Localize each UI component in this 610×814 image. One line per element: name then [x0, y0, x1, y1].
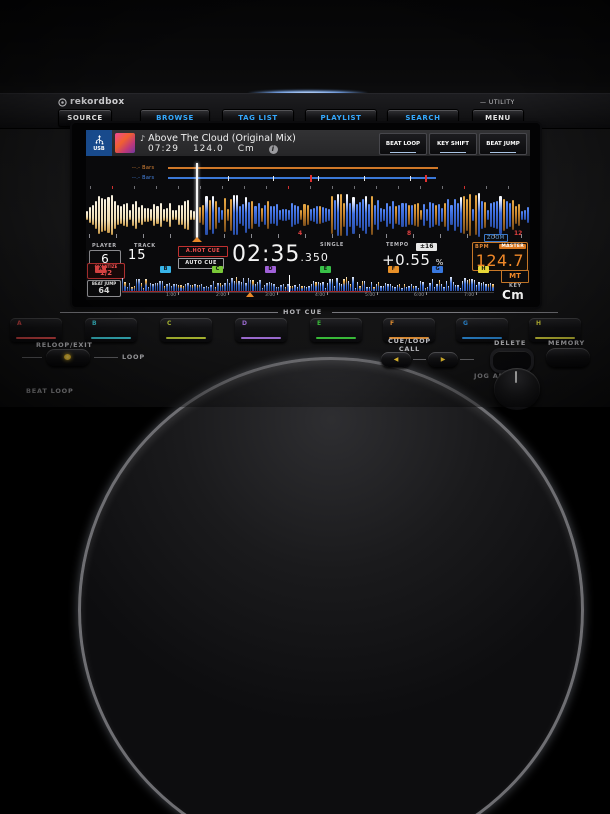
hot-cue-pad-d[interactable]: D — [235, 318, 287, 342]
cue-loop-call-left-button[interactable]: ◀ — [381, 352, 411, 367]
track-total-time: 07:29 — [148, 144, 179, 154]
jog-wheel[interactable] — [78, 357, 584, 814]
rekordbox-logo-icon — [58, 97, 67, 107]
overview-playhead — [289, 275, 290, 292]
beat-loop-screen-button[interactable]: BEAT LOOP — [379, 133, 427, 155]
jog-adjust-knob[interactable] — [494, 368, 540, 410]
touch-screen[interactable]: USB ♪ Above The Cloud (Original Mix) 07:… — [86, 130, 530, 300]
track-overview-waveform[interactable] — [122, 276, 494, 291]
divider — [60, 312, 278, 313]
reloop-exit-button[interactable] — [46, 349, 90, 366]
utility-label: — UTILITY — [480, 99, 515, 106]
hot-cue-marker-f: F — [388, 266, 399, 273]
track-info-header: USB ♪ Above The Cloud (Original Mix) 07:… — [86, 130, 530, 156]
beat-jump-screen-button[interactable]: BEAT JUMP — [479, 133, 527, 155]
hot-cue-pad-a[interactable]: A — [10, 318, 62, 342]
cue-loop-call-label: CUE/LOOP CALL — [388, 337, 431, 353]
bars-countdown-orange: --.- Bars — [132, 165, 155, 171]
track-title: Above The Cloud (Original Mix) — [148, 133, 296, 144]
ruler-label: 5:00 — [365, 293, 376, 298]
hot-cue-marker-d: D — [265, 266, 276, 273]
hot-cue-marker-a: A — [95, 266, 106, 273]
zoom-indicator[interactable]: ZOOM — [484, 234, 508, 242]
ruler-label: 3:00 — [265, 293, 276, 298]
beat-loop-section-label: BEAT LOOP — [26, 387, 74, 395]
overview-bar-orange[interactable] — [168, 167, 438, 169]
hot-cue-pad-e[interactable]: E — [310, 318, 362, 342]
reloop-exit-label: RELOOP/EXIT — [36, 341, 93, 349]
hot-cue-marker-g: G — [432, 266, 443, 273]
key-shift-screen-button[interactable]: KEY SHIFT — [429, 133, 477, 155]
ruler-label: 2:00 — [216, 293, 227, 298]
info-icon[interactable]: i — [268, 144, 278, 154]
memory-button[interactable] — [546, 348, 590, 367]
divider — [332, 312, 558, 313]
phrase-tick-row — [86, 185, 530, 190]
left-arrow-icon: ◀ — [393, 356, 399, 363]
ruler-label: 4:00 — [315, 293, 326, 298]
ruler-label: 1:00 — [166, 293, 177, 298]
single-mode-label: SINGLE — [320, 242, 344, 248]
cue-loop-call-right-button[interactable]: ▶ — [428, 352, 458, 367]
track-key: Cm — [237, 144, 255, 154]
tempo-label: TEMPO — [386, 242, 409, 248]
usb-source-badge[interactable]: USB — [86, 130, 112, 156]
track-bpm: 124.0 — [192, 144, 224, 154]
playhead-triangle — [192, 237, 202, 242]
key-value: Cm — [502, 288, 525, 300]
master-tempo-badge[interactable]: MT — [501, 270, 529, 283]
note-icon: ♪ — [140, 134, 146, 143]
elapsed-time: 02:35.350 — [232, 242, 329, 267]
ruler-label: 7:00 — [464, 293, 475, 298]
ruler-label: 6:00 — [414, 293, 425, 298]
pad-color-strip — [16, 337, 56, 339]
elapsed-time-ms: .350 — [300, 251, 329, 264]
pad-color-strip — [316, 337, 356, 339]
hot-cue-section-label: HOT CUE — [283, 308, 323, 316]
cue-marker-overview — [310, 175, 312, 182]
memory-label: MEMORY — [548, 339, 586, 347]
hot-cue-marker-h: H — [478, 266, 489, 273]
loop-led — [64, 354, 71, 360]
usb-icon — [95, 134, 103, 144]
playhead-line — [196, 163, 198, 239]
beat-number: 4 — [298, 230, 303, 237]
hot-cue-marker-b: B — [160, 266, 171, 273]
bars-countdown-blue: --.- Bars — [132, 175, 155, 181]
cue-marker-overview — [425, 175, 427, 182]
bpm-label: BPM — [475, 244, 490, 250]
hot-cue-marker-e: E — [320, 266, 331, 273]
master-badge: MASTER — [499, 244, 526, 249]
pad-color-strip — [91, 337, 131, 339]
rekordbox-logo: rekordbox — [58, 97, 124, 107]
pad-color-strip — [241, 337, 281, 339]
hot-cue-pad-b[interactable]: B — [85, 318, 137, 342]
overview-bar-blue[interactable] — [168, 175, 436, 182]
a-hot-cue-badge[interactable]: A.HOT CUE — [178, 246, 228, 257]
album-artwork — [115, 133, 135, 153]
beat-jump-amount-badge[interactable]: BEAT JUMP 64 — [87, 280, 121, 297]
track-number: 15 — [128, 248, 147, 263]
pad-color-strip — [166, 337, 206, 339]
right-arrow-icon: ▶ — [440, 356, 446, 363]
hot-cue-marker-c: C — [212, 266, 223, 273]
tempo-range-badge[interactable]: ±16 — [416, 243, 438, 251]
quantize-badge[interactable]: QUANTIZE 1/2 — [87, 263, 125, 279]
main-waveform[interactable] — [86, 192, 530, 238]
brand-label: rekordbox — [70, 97, 125, 107]
player-label: PLAYER — [92, 243, 117, 249]
loop-label: LOOP — [122, 353, 145, 361]
hot-cue-pad-c[interactable]: C — [160, 318, 212, 342]
delete-label: DELETE — [494, 339, 527, 347]
beat-number: 8 — [407, 230, 412, 237]
ruler-position-triangle — [246, 292, 254, 297]
